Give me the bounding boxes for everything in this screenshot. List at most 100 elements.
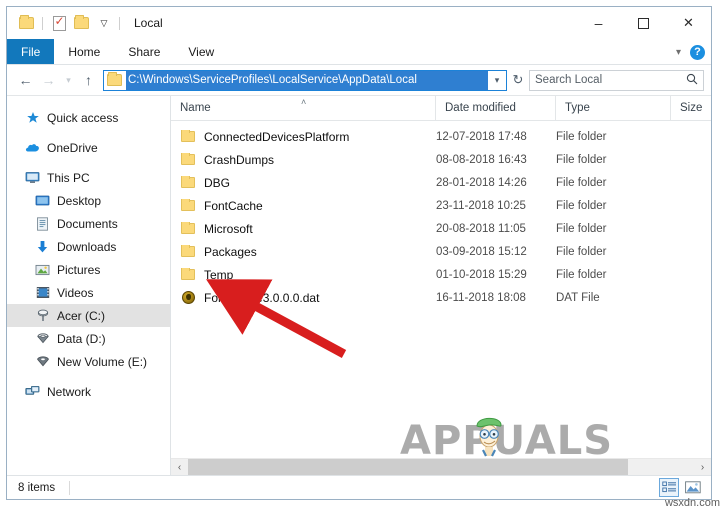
sidebar-item-pictures[interactable]: Pictures: [7, 258, 170, 281]
window-title: Local: [134, 16, 163, 30]
file-name-label: Packages: [204, 244, 257, 259]
screenshot-root: ▽ Local – ✕ File Home Share View ▾ ? ← →: [0, 0, 723, 510]
large-icons-view-icon[interactable]: [683, 478, 703, 497]
refresh-button[interactable]: ↻: [507, 72, 529, 88]
folder-icon[interactable]: [15, 12, 37, 34]
folder-icon: [180, 198, 196, 213]
table-row[interactable]: ConnectedDevicesPlatform 12-07-2018 17:4…: [171, 125, 711, 148]
table-row[interactable]: Temp 01-10-2018 15:29 File folder: [171, 263, 711, 286]
folder-icon: [180, 129, 196, 144]
chevron-down-icon[interactable]: ▾: [676, 47, 681, 58]
search-placeholder: Search Local: [535, 74, 603, 86]
help-icon[interactable]: ?: [690, 44, 705, 60]
up-button[interactable]: ↑: [77, 68, 100, 92]
file-date-cell: 08-08-2018 16:43: [436, 153, 527, 166]
quick-access-toolbar: ▽: [15, 12, 125, 34]
tab-home[interactable]: Home: [54, 39, 114, 64]
videos-icon: [34, 285, 51, 301]
maximize-button[interactable]: [621, 7, 666, 39]
sidebar-item-this-pc[interactable]: This PC: [7, 166, 170, 189]
star-icon: [24, 110, 41, 126]
file-type-cell: File folder: [556, 245, 607, 258]
file-name-cell: CrashDumps: [171, 152, 436, 167]
file-explorer-window: ▽ Local – ✕ File Home Share View ▾ ? ← →: [6, 6, 712, 500]
sidebar-item-label: Data (D:): [57, 331, 106, 346]
file-name-cell: DBG: [171, 175, 436, 190]
column-header-name[interactable]: Name ˄: [171, 95, 436, 121]
minimize-button[interactable]: –: [576, 7, 621, 39]
dat-file-icon: [180, 291, 196, 305]
sidebar-item-documents[interactable]: Documents: [7, 212, 170, 235]
sidebar-item-videos[interactable]: Videos: [7, 281, 170, 304]
details-view-icon[interactable]: [659, 478, 679, 497]
file-name-label: Temp: [204, 267, 234, 282]
folder-icon: [180, 267, 196, 282]
table-row[interactable]: Microsoft 20-08-2018 11:05 File folder: [171, 217, 711, 240]
sidebar-item-label: New Volume (E:): [57, 354, 148, 369]
file-date-cell: 20-08-2018 11:05: [436, 222, 526, 235]
sidebar-item-label: OneDrive: [47, 140, 98, 155]
sidebar-item-desktop[interactable]: Desktop: [7, 189, 170, 212]
folder-icon: [180, 244, 196, 259]
folder-icon: [180, 152, 196, 167]
table-row[interactable]: CrashDumps 08-08-2018 16:43 File folder: [171, 148, 711, 171]
sidebar-item-quick-access[interactable]: Quick access: [7, 106, 170, 129]
tab-share[interactable]: Share: [114, 39, 174, 64]
explorer-body: Quick access OneDrive This PC Desktop Do…: [7, 95, 711, 476]
sort-ascending-icon: ˄: [301, 96, 307, 107]
back-button[interactable]: ←: [14, 68, 37, 92]
forward-button[interactable]: →: [37, 68, 60, 92]
search-icon: [686, 73, 698, 88]
recent-locations-icon[interactable]: ▾: [60, 68, 77, 92]
table-row[interactable]: DBG 28-01-2018 14:26 File folder: [171, 171, 711, 194]
scroll-left-button[interactable]: ‹: [171, 459, 188, 476]
file-type-cell: File folder: [556, 153, 607, 166]
file-date-cell: 12-07-2018 17:48: [436, 130, 527, 143]
sidebar-item-label: Network: [47, 384, 92, 399]
cloud-icon: [24, 140, 41, 156]
column-header-size[interactable]: Size: [671, 96, 723, 121]
search-input[interactable]: Search Local: [529, 69, 704, 91]
scrollbar-thumb[interactable]: [188, 458, 629, 476]
item-count-label: 8 items: [18, 481, 56, 494]
scroll-right-button[interactable]: ›: [694, 459, 711, 476]
file-type-cell: File folder: [556, 222, 607, 235]
file-name-cell: Packages: [171, 244, 436, 259]
column-header-type[interactable]: Type: [556, 95, 671, 121]
file-name-label: FontCache3.0.0.0.dat: [204, 290, 320, 305]
file-name-label: Microsoft: [204, 221, 253, 236]
sidebar-item-label: Acer (C:): [57, 308, 105, 323]
close-button[interactable]: ✕: [666, 7, 711, 39]
toolbar-divider-2: [119, 16, 120, 30]
table-row[interactable]: FontCache3.0.0.0.dat 16-11-2018 18:08 DA…: [171, 286, 711, 309]
column-header-row: Name ˄ Date modified Type Size: [171, 95, 711, 121]
drive-icon: [34, 308, 51, 324]
sidebar-item-data-d[interactable]: Data (D:): [7, 327, 170, 350]
status-bar: 8 items: [7, 475, 711, 499]
folder-icon: [180, 175, 196, 190]
table-row[interactable]: FontCache 23-11-2018 10:25 File folder: [171, 194, 711, 217]
sidebar-item-network[interactable]: Network: [7, 380, 170, 403]
network-icon: [24, 384, 41, 400]
address-input[interactable]: C:\Windows\ServiceProfiles\LocalService\…: [103, 69, 507, 91]
sidebar-item-onedrive[interactable]: OneDrive: [7, 136, 170, 159]
file-name-cell: Temp: [171, 267, 436, 282]
tab-file[interactable]: File: [7, 39, 55, 64]
table-row[interactable]: Packages 03-09-2018 15:12 File folder: [171, 240, 711, 263]
sidebar-item-acer-c[interactable]: Acer (C:): [7, 304, 170, 327]
new-folder-icon[interactable]: [70, 12, 92, 34]
customize-dropdown-icon[interactable]: ▽: [92, 12, 114, 34]
sidebar-item-downloads[interactable]: Downloads: [7, 235, 170, 258]
desktop-icon: [34, 193, 51, 209]
tab-view[interactable]: View: [174, 39, 228, 64]
address-dropdown-icon[interactable]: ▾: [488, 75, 506, 86]
scrollbar-track[interactable]: [188, 458, 694, 476]
file-type-cell: File folder: [556, 199, 607, 212]
sidebar-item-label: Desktop: [57, 193, 102, 208]
column-header-date-modified[interactable]: Date modified: [436, 95, 556, 121]
horizontal-scrollbar[interactable]: ‹ ›: [171, 458, 711, 476]
download-icon: [34, 239, 51, 255]
properties-icon[interactable]: [48, 12, 70, 34]
sidebar-item-new-volume-e[interactable]: New Volume (E:): [7, 350, 170, 373]
corner-watermark: wsxdn.com: [664, 497, 720, 509]
